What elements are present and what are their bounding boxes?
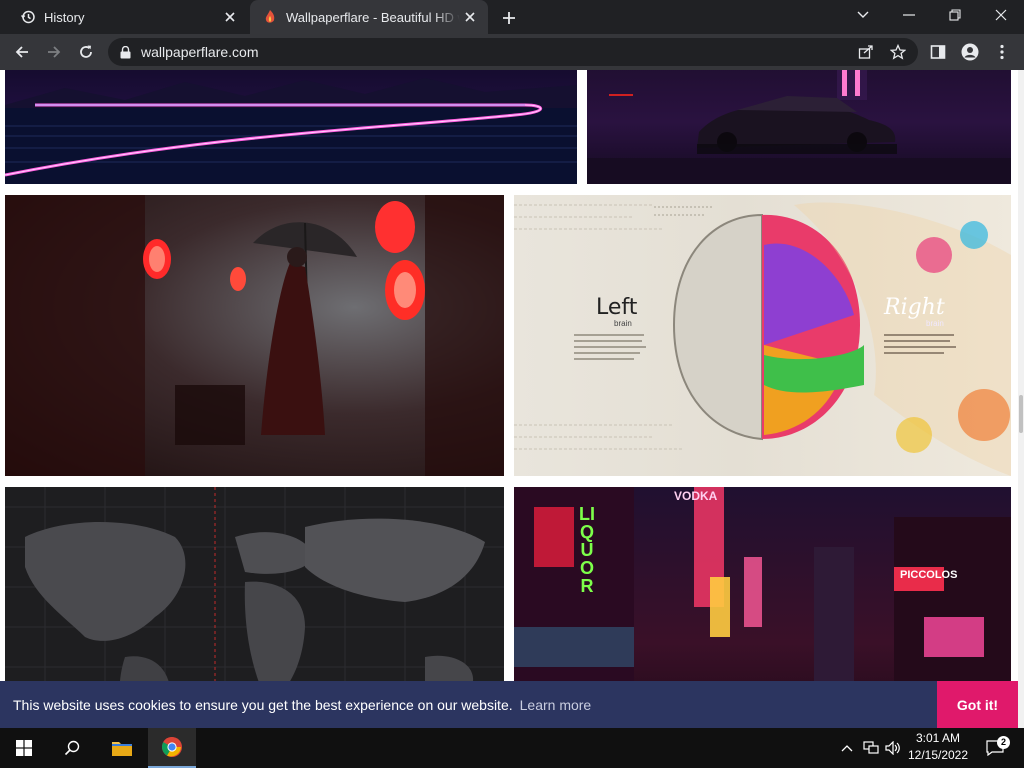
- wallpaperflare-favicon: [262, 9, 278, 25]
- brain-left-heading: Left: [596, 295, 638, 320]
- close-tab-icon[interactable]: [460, 7, 480, 27]
- brain-left-sub: brain: [614, 319, 632, 328]
- brain-right-heading: Right: [884, 295, 945, 320]
- learn-more-link[interactable]: Learn more: [520, 697, 592, 713]
- brain-right-sub: brain: [926, 319, 944, 328]
- restore-icon[interactable]: [932, 0, 978, 30]
- cookie-accept-button[interactable]: Got it!: [937, 681, 1018, 728]
- windows-taskbar: 3:01 AM 12/15/2022 2: [0, 728, 1024, 768]
- address-bar[interactable]: wallpaperflare.com: [108, 38, 918, 66]
- close-tab-icon[interactable]: [220, 7, 240, 27]
- address-text: wallpaperflare.com: [141, 44, 259, 60]
- profile-icon[interactable]: [956, 38, 984, 66]
- tab-search-icon[interactable]: [840, 0, 886, 30]
- tab-title: History: [44, 9, 85, 25]
- reload-icon[interactable]: [72, 38, 100, 66]
- windows-start-icon[interactable]: [0, 728, 48, 768]
- scrollbar-thumb[interactable]: [1019, 395, 1023, 433]
- search-icon[interactable]: [48, 728, 96, 768]
- taskbar-clock[interactable]: 3:01 AM 12/15/2022: [902, 730, 974, 766]
- wallpaper-thumbnail[interactable]: Left brain Right brain: [514, 195, 1011, 476]
- back-icon[interactable]: [8, 38, 36, 66]
- chevron-up-icon[interactable]: [836, 728, 858, 768]
- forward-icon[interactable]: [40, 38, 68, 66]
- browser-toolbar: wallpaperflare.com: [0, 34, 1024, 70]
- page-viewport: Left brain Right brain LIQUOR PICCOLOS V…: [0, 70, 1018, 728]
- minimize-icon[interactable]: [886, 0, 932, 30]
- clock-time: 3:01 AM: [915, 731, 961, 745]
- neon-sign-piccolos: PICCOLOS: [900, 569, 958, 581]
- tab-title: Wallpaperflare - Beautiful HD wallpapers: [286, 9, 460, 25]
- wallpaper-thumbnail[interactable]: [587, 70, 1011, 184]
- volume-icon[interactable]: [882, 728, 904, 768]
- clock-date: 12/15/2022: [907, 748, 969, 762]
- history-icon: [20, 9, 36, 25]
- menu-kebab-icon[interactable]: [988, 38, 1016, 66]
- wallpaper-thumbnail[interactable]: [5, 195, 504, 476]
- lock-icon[interactable]: [120, 45, 131, 59]
- new-tab-button[interactable]: [498, 7, 520, 29]
- page-scrollbar[interactable]: [1018, 70, 1024, 728]
- file-explorer-icon[interactable]: [98, 728, 146, 768]
- close-window-icon[interactable]: [978, 0, 1024, 30]
- neon-sign-liquor: LIQUOR: [579, 504, 595, 596]
- notification-center-icon[interactable]: 2: [980, 728, 1010, 768]
- notification-badge: 2: [997, 736, 1010, 749]
- tab-strip: History Wallpaperflare - Beautiful HD wa…: [0, 0, 1024, 34]
- cookie-banner: This website uses cookies to ensure you …: [0, 681, 1018, 728]
- wallpaper-thumbnail[interactable]: [5, 70, 577, 184]
- side-panel-icon[interactable]: [924, 38, 952, 66]
- tab-history[interactable]: History: [8, 0, 248, 34]
- neon-sign-vodka: VODKA: [674, 489, 718, 503]
- network-icon[interactable]: [860, 728, 882, 768]
- cookie-message: This website uses cookies to ensure you …: [13, 696, 513, 713]
- share-icon[interactable]: [852, 38, 880, 66]
- chrome-taskbar-icon[interactable]: [148, 728, 196, 768]
- bookmark-star-icon[interactable]: [884, 38, 912, 66]
- tab-wallpaperflare[interactable]: Wallpaperflare - Beautiful HD wallpapers: [250, 0, 488, 34]
